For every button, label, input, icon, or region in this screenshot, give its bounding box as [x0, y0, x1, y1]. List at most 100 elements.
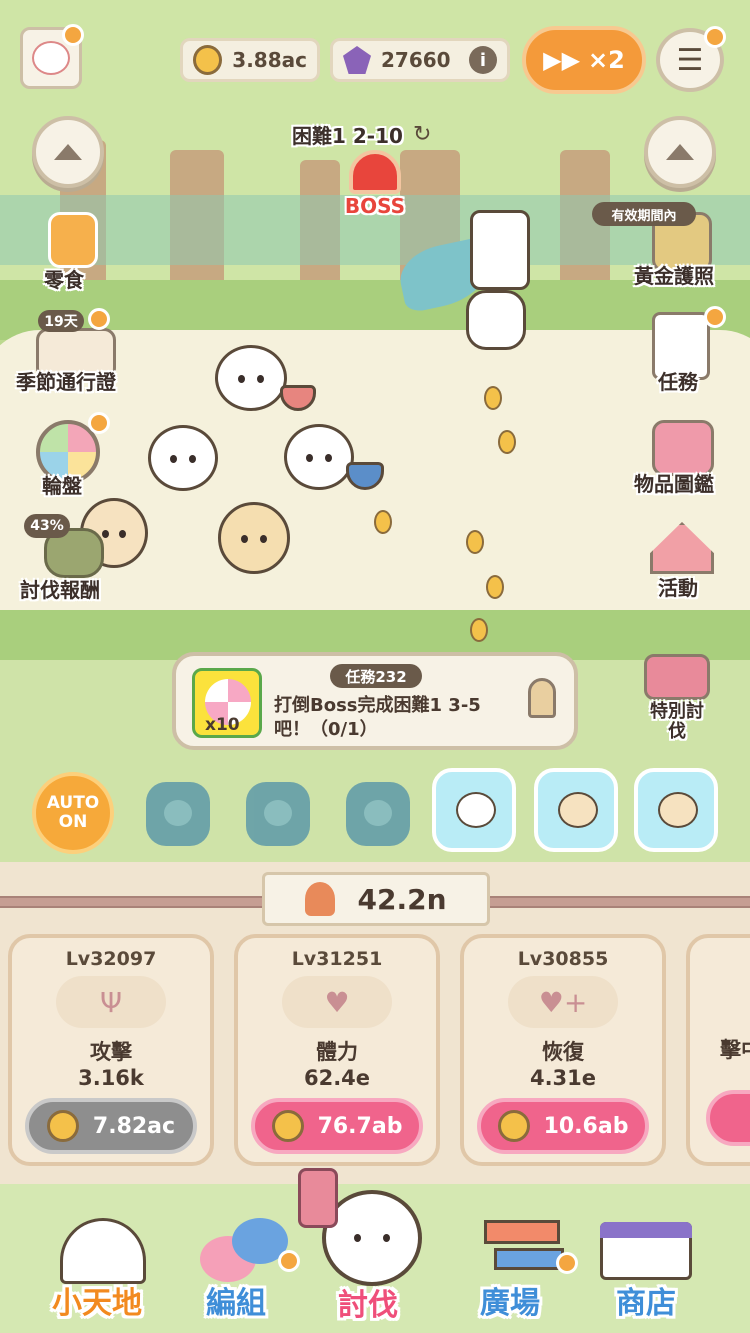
card-stat-value: 3.16k	[78, 1066, 144, 1090]
skill-slot-ready[interactable]	[432, 768, 516, 852]
nav-team-label: 編組	[206, 1286, 266, 1321]
hunt-reward-button[interactable]: 43% 討伐報酬	[14, 514, 144, 602]
notification-dot	[704, 26, 726, 48]
trident-icon: Ψ	[56, 976, 166, 1028]
tasks-button[interactable]: 任務	[640, 306, 740, 394]
menu-icon: ☰	[676, 42, 704, 78]
gem-icon	[343, 46, 371, 74]
notification-dot	[704, 306, 726, 328]
signpost-arm	[494, 1248, 564, 1270]
coin-drop	[374, 510, 392, 534]
skill-slot-ready[interactable]	[634, 768, 718, 852]
event-button[interactable]: 活動	[640, 516, 740, 600]
snack-label: 零食	[44, 268, 84, 292]
upgrade-cost: 10.6ab	[543, 1113, 629, 1139]
heart-plus-icon: ♥+	[508, 976, 618, 1028]
coin-icon	[497, 1110, 530, 1142]
card-level: Lv30855	[517, 948, 609, 970]
coin-drop	[466, 530, 484, 554]
card-stat-name: 攻擊	[90, 1040, 132, 1064]
notification-dot	[556, 1252, 578, 1274]
validity-badge: 有效期間內	[592, 202, 696, 226]
wheel-button[interactable]: 輪盤	[30, 412, 130, 498]
nav-plaza[interactable]: 廣場	[470, 1212, 580, 1322]
card-level: Lv32097	[65, 948, 157, 970]
notification-dot	[88, 308, 110, 330]
tent-icon	[650, 522, 714, 574]
catalog-button[interactable]: 物品圖鑑	[632, 416, 750, 500]
character-chiikawa	[215, 345, 287, 411]
refresh-icon[interactable]: ↻	[413, 122, 431, 147]
upgrade-card-crit: 擊中	[686, 934, 750, 1166]
season-pass-button[interactable]: 19天 季節通行證	[14, 308, 154, 394]
snack-icon	[48, 212, 98, 268]
trident-icon	[644, 654, 710, 700]
skill-slot-locked[interactable]	[346, 782, 410, 846]
boss-button[interactable]: BOSS	[340, 150, 410, 220]
upgrade-cost: 76.7ab	[317, 1113, 403, 1139]
skill-slot-locked[interactable]	[246, 782, 310, 846]
coin-amount: 3.88ac	[232, 48, 307, 72]
upgrade-button-recovery[interactable]: 10.6ab	[477, 1098, 649, 1154]
wheel-label: 輪盤	[42, 474, 82, 498]
card-level: Lv31251	[291, 948, 383, 970]
momonga-skill-icon	[456, 792, 496, 828]
character-usagi	[218, 502, 290, 574]
coin-icon	[271, 1110, 304, 1142]
upgrade-cost: 7.82ac	[92, 1113, 176, 1139]
flame-trident-icon	[305, 882, 336, 916]
shop-icon	[600, 1222, 692, 1280]
auto-label: AUTO	[46, 793, 100, 813]
boss-label: BOSS	[344, 194, 406, 218]
enemy-body	[466, 290, 526, 350]
nav-hunt[interactable]: 討伐	[282, 1160, 452, 1330]
auto-toggle[interactable]: AUTO ON	[32, 772, 114, 854]
collapse-left-button[interactable]	[32, 116, 104, 188]
info-icon[interactable]: i	[469, 46, 497, 74]
trident-icon	[298, 1168, 338, 1228]
upgrade-button-hp[interactable]: 76.7ab	[251, 1098, 423, 1154]
card-stat-name: 體力	[316, 1040, 358, 1064]
coin-counter: 3.88ac	[180, 38, 320, 82]
nav-home[interactable]: 小天地	[44, 1212, 164, 1322]
nav-shop-label: 商店	[616, 1286, 676, 1321]
character-chiikawa-police	[284, 424, 354, 490]
siren-icon	[349, 150, 401, 194]
upgrade-button-crit[interactable]	[706, 1090, 750, 1146]
nav-home-label: 小天地	[52, 1286, 142, 1321]
coin-drop	[470, 618, 488, 642]
coin-drop	[486, 575, 504, 599]
card-stat-name: 恢復	[542, 1040, 584, 1064]
signpost-icon	[484, 1220, 560, 1244]
gold-passport-button[interactable]: 有效期間內 黃金護照	[592, 202, 742, 292]
power-value: 42.2n	[357, 882, 447, 916]
special-hunt-button[interactable]: 特別討伐	[636, 650, 726, 746]
tasks-label: 任務	[658, 370, 698, 394]
quest-banner[interactable]: x10 任務232 打倒Boss完成困難1 3-5吧！（0/1）	[172, 652, 578, 750]
speed-multiplier: ×2	[588, 46, 625, 74]
total-power: 42.2n	[262, 872, 490, 926]
collapse-right-button[interactable]	[644, 116, 716, 188]
stage-name: 困難1 2-10	[292, 123, 403, 148]
gold-passport-label: 黃金護照	[634, 264, 714, 288]
card-stat-value: 62.4e	[303, 1066, 371, 1090]
enemy-head	[470, 210, 530, 290]
net-skill-icon	[558, 792, 598, 828]
card-stat-name: 擊中	[720, 1038, 750, 1062]
usagi-skill-icon	[364, 800, 392, 826]
snack-button[interactable]: 零食	[22, 208, 132, 292]
nav-shop[interactable]: 商店	[596, 1212, 706, 1322]
skill-slot-ready[interactable]	[534, 768, 618, 852]
skill-slot-locked[interactable]	[146, 782, 210, 846]
coin-drop	[498, 430, 516, 454]
quest-number-tag: 任務232	[330, 664, 422, 688]
nav-plaza-label: 廣場	[480, 1286, 540, 1321]
upgrade-card-recovery: Lv30855 ♥+ 恢復 4.31e 10.6ab	[460, 934, 666, 1166]
upgrade-button-attack[interactable]: 7.82ac	[25, 1098, 197, 1154]
speed-button[interactable]: ▶▶ ×2	[522, 26, 646, 94]
up-arrow-icon	[666, 144, 694, 160]
reward-label: 討伐報酬	[20, 578, 100, 602]
police-skill-icon	[264, 800, 292, 826]
notification-dot	[88, 412, 110, 434]
notification-dot	[62, 24, 84, 46]
